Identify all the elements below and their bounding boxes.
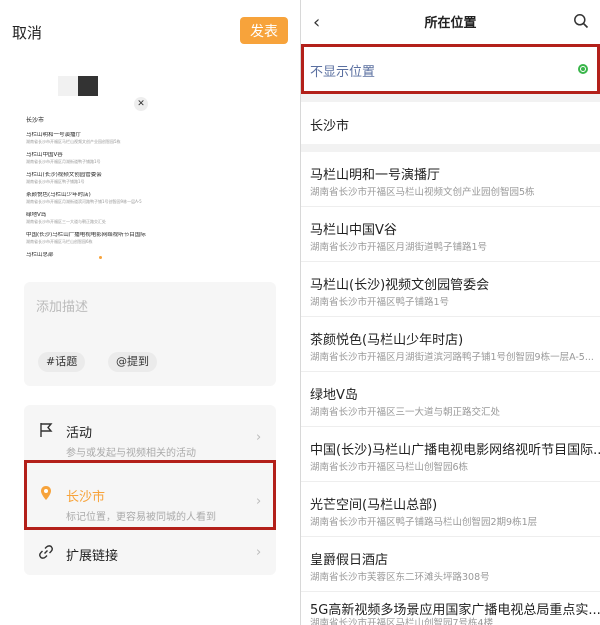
place-item[interactable]: 马栏山明和一号演播厅 湖南省长沙市开福区马栏山视频文创产业园创智园5栋 <box>301 152 600 207</box>
thumbnail-row: 马栏山(长沙)视频文创园管委会 湖南省长沙市开福区鸭子铺路1号 <box>26 172 102 184</box>
description-placeholder: 添加描述 <box>36 300 89 315</box>
place-address: 湖南省长沙市开福区马栏山视频文创产业园创智园5栋 <box>310 187 535 198</box>
place-name: 马栏山(长沙)视频文创园管委会 <box>310 278 490 293</box>
place-address: 湖南省长沙市开福区马栏山创智园7号栋4楼 <box>310 618 494 625</box>
city-option[interactable]: 长沙市 <box>310 115 349 134</box>
place-address: 湖南省长沙市开福区马栏山创智园6栋 <box>310 462 469 473</box>
thumbnail-header <box>58 76 98 96</box>
place-item[interactable]: 茶颜悦色(马栏山少年时店) 湖南省长沙市开福区月湖街道滨河路鸭子铺1号创智园9栋… <box>301 317 600 372</box>
place-address: 湖南省长沙市芙蓉区东二环滩头坪路308号 <box>310 572 490 583</box>
section-separator <box>301 94 600 102</box>
chevron-right-icon: › <box>256 545 262 560</box>
place-name: 茶颜悦色(马栏山少年时店) <box>310 333 464 348</box>
thumbnail-row: 马栏山中国V谷 湖南省长沙市开福区月湖街道鸭子铺路1号 <box>26 152 101 164</box>
activity-option[interactable]: 活动 参与或发起与视频相关的活动 › <box>24 405 276 461</box>
hide-location-highlight-frame <box>301 44 600 94</box>
thumbnail-row: 马栏山总部 <box>26 252 54 258</box>
extension-link-title: 扩展链接 <box>66 549 119 564</box>
chevron-right-icon: › <box>256 430 262 445</box>
place-address: 湖南省长沙市开福区月湖街道鸭子铺路1号 <box>310 242 488 253</box>
place-item[interactable]: 5G高新视频多场景应用国家广播电视总局重点实... 湖南省长沙市开福区马栏山创智… <box>301 587 600 625</box>
place-address: 湖南省长沙市开福区月湖街道滨河路鸭子铺1号创智园9栋一层A-5... <box>310 352 594 363</box>
thumbnail-city: 长沙市 <box>26 117 45 124</box>
extension-link-option[interactable]: 扩展链接 › <box>24 529 276 575</box>
thumbnail-location-list: 长沙市 马栏山明和一号演播厅 湖南省长沙市开福区马栏山视频文创产业园创智园5栋 马… <box>26 106 146 259</box>
location-highlight-frame <box>24 460 276 530</box>
place-name: 马栏山中国V谷 <box>310 223 397 238</box>
place-item[interactable]: 光芒空间(马栏山总部) 湖南省长沙市开福区鸭子铺路马栏山创智园2期9栋1层 <box>301 482 600 537</box>
cancel-button[interactable]: 取消 <box>12 22 42 43</box>
mention-tag-button[interactable]: @提到 <box>108 352 157 372</box>
post-composer-screen: 取消 发表 ✕ 长沙市 马栏山明和一号演播厅 湖南省长沙市开福区马栏山视频文创产业… <box>0 0 300 625</box>
place-name: 光芒空间(马栏山总部) <box>310 498 438 513</box>
video-thumbnail[interactable]: ✕ 长沙市 马栏山明和一号演播厅 湖南省长沙市开福区马栏山视频文创产业园创智园5栋… <box>26 76 152 262</box>
place-item[interactable]: 马栏山(长沙)视频文创园管委会 湖南省长沙市开福区鸭子铺路1号 <box>301 262 600 317</box>
activity-subtitle: 参与或发起与视频相关的活动 <box>66 448 196 459</box>
page-title: 所在位置 <box>424 16 477 31</box>
search-icon[interactable] <box>573 13 589 29</box>
thumbnail-row: 马栏山明和一号演播厅 湖南省长沙市开福区马栏山视频文创产业园创智园5栋 <box>26 132 121 144</box>
place-name: 中国(长沙)马栏山广播电视电影网络视听节目国际... <box>310 443 600 458</box>
place-item[interactable]: 马栏山中国V谷 湖南省长沙市开福区月湖街道鸭子铺路1号 <box>301 207 600 262</box>
thumbnail-row: 绿地V岛 湖南省长沙市开福区三一大道与朝正路交汇处 <box>26 212 106 224</box>
publish-button[interactable]: 发表 <box>240 17 288 44</box>
place-address: 湖南省长沙市开福区三一大道与朝正路交汇处 <box>310 407 501 418</box>
page-indicator-dot <box>99 256 102 259</box>
activity-title: 活动 <box>66 426 93 441</box>
place-name: 马栏山明和一号演播厅 <box>310 168 441 183</box>
section-separator <box>301 144 600 152</box>
topic-tag-button[interactable]: #话题 <box>38 352 86 372</box>
thumbnail-row: 中国(长沙)马栏山广播电视电影网络视听节目国际 湖南省长沙市开福区马栏山创智园6栋 <box>26 232 146 244</box>
place-item[interactable]: 皇爵假日酒店 湖南省长沙市芙蓉区东二环滩头坪路308号 <box>301 537 600 592</box>
place-item[interactable]: 绿地V岛 湖南省长沙市开福区三一大道与朝正路交汇处 <box>301 372 600 427</box>
place-item[interactable]: 中国(长沙)马栏山广播电视电影网络视听节目国际... 湖南省长沙市开福区马栏山创… <box>301 427 600 482</box>
link-icon <box>39 545 53 559</box>
location-picker-screen: ‹ 所在位置 不显示位置 长沙市 马栏山明和一号演播厅 湖南省长沙市开福区马栏山… <box>301 0 600 625</box>
thumbnail-row: 茶颜悦色(马栏山少年时店) 湖南省长沙市开福区月湖街道滨河路鸭子铺1号创智园9栋一… <box>26 192 142 204</box>
flag-icon <box>40 423 53 437</box>
place-name: 绿地V岛 <box>310 388 358 403</box>
place-address: 湖南省长沙市开福区鸭子铺路1号 <box>310 297 450 308</box>
description-input[interactable]: 添加描述 #话题 @提到 <box>24 282 276 386</box>
place-address: 湖南省长沙市开福区鸭子铺路马栏山创智园2期9栋1层 <box>310 517 538 528</box>
place-name: 皇爵假日酒店 <box>310 553 389 568</box>
